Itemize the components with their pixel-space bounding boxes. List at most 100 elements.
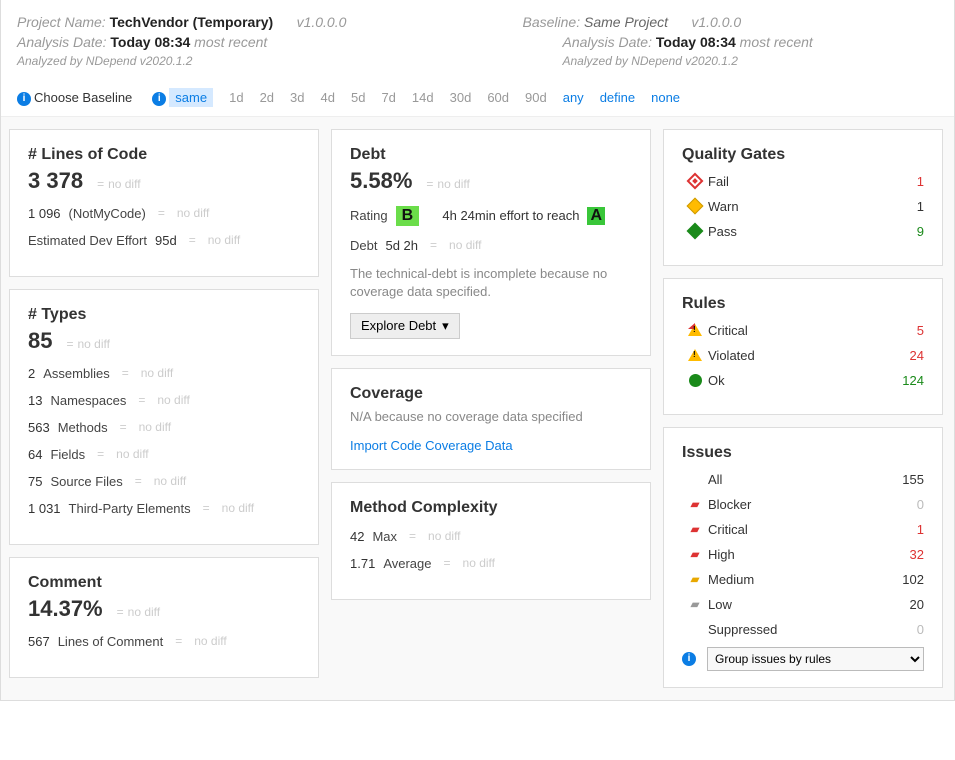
issues-all-row[interactable]: All155	[682, 472, 924, 487]
baseline-opt-30d[interactable]: 30d	[450, 90, 472, 105]
baseline-opt-1d[interactable]: 1d	[229, 90, 243, 105]
loc-total: 3 378	[28, 168, 83, 194]
explore-debt-label: Explore Debt	[361, 318, 436, 333]
types-title: # Types	[28, 306, 300, 324]
issues-all-label: All	[708, 472, 884, 487]
issues-low-count: 20	[884, 597, 924, 612]
analyzed-by: Analyzed by NDepend v2020.1.2	[17, 54, 433, 68]
complexity-title: Method Complexity	[350, 499, 632, 517]
ok-icon	[689, 374, 702, 387]
issues-low-row[interactable]: ▰Low20	[682, 597, 924, 612]
rules-critical-label: Critical	[708, 323, 884, 338]
baseline-opt-5d[interactable]: 5d	[351, 90, 365, 105]
nodiff-text: no diff	[177, 206, 209, 220]
complexity-avg-label: Average	[383, 556, 431, 571]
loc-notmy-val: 1 096	[28, 206, 61, 221]
issues-all-count: 155	[884, 472, 924, 487]
rules-violated-row[interactable]: Violated24	[682, 348, 924, 363]
debt-pct: 5.58%	[350, 168, 412, 194]
baseline-opt-any[interactable]: any	[563, 90, 584, 105]
issues-critical-label: Critical	[708, 522, 884, 537]
issues-high-row[interactable]: ▰High32	[682, 547, 924, 562]
rules-ok-row[interactable]: Ok124	[682, 373, 924, 388]
quality-gates-card: Quality Gates Fail1 Warn1 Pass9	[663, 129, 943, 266]
rules-critical-row[interactable]: Critical5	[682, 323, 924, 338]
types-row-val: 2	[28, 366, 35, 381]
nodiff-text: no diff	[157, 393, 189, 407]
rules-ok-label: Ok	[708, 373, 884, 388]
types-row-label: Methods	[58, 420, 108, 435]
baseline-opt-define[interactable]: define	[600, 90, 635, 105]
types-row-label: Namespaces	[50, 393, 126, 408]
info-icon: i	[152, 92, 166, 106]
equals-icon: =	[117, 605, 124, 619]
issues-blocker-row[interactable]: ▰Blocker0	[682, 497, 924, 512]
equals-icon: =	[430, 238, 437, 252]
baseline-label: Baseline:	[523, 14, 581, 30]
baseline-opt-3d[interactable]: 3d	[290, 90, 304, 105]
issues-blocker-label: Blocker	[708, 497, 884, 512]
baseline-opt-60d[interactable]: 60d	[487, 90, 509, 105]
info-icon: i	[17, 92, 31, 106]
nodiff-text: no diff	[428, 529, 460, 543]
rules-violated-count: 24	[884, 348, 924, 363]
baseline-opt-14d[interactable]: 14d	[412, 90, 434, 105]
rules-card: Rules Critical5 Violated24 Ok124	[663, 278, 943, 415]
issues-title: Issues	[682, 444, 924, 462]
types-row-label: Third-Party Elements	[69, 501, 191, 516]
import-coverage-link[interactable]: Import Code Coverage Data	[350, 438, 632, 453]
warn-icon	[687, 198, 704, 215]
baseline-opt-2d[interactable]: 2d	[260, 90, 274, 105]
equals-icon: =	[66, 337, 73, 351]
project-name: TechVendor (Temporary)	[110, 14, 274, 30]
types-row-val: 75	[28, 474, 42, 489]
equals-icon: =	[409, 529, 416, 543]
rules-violated-label: Violated	[708, 348, 884, 363]
chevron-down-icon: ▾	[442, 318, 449, 334]
baseline-opt-7d[interactable]: 7d	[381, 90, 395, 105]
project-name-label: Project Name:	[17, 14, 106, 30]
qg-pass-label: Pass	[708, 224, 884, 239]
qg-fail-row[interactable]: Fail1	[682, 174, 924, 189]
coverage-card: Coverage N/A because no coverage data sp…	[331, 368, 651, 470]
baseline-opt-90d[interactable]: 90d	[525, 90, 547, 105]
lines-of-code-card: # Lines of Code 3 378=no diff 1 096 (Not…	[9, 129, 319, 277]
baseline-options: isame 1d 2d 3d 4d 5d 7d 14d 30d 60d 90d …	[152, 90, 938, 106]
types-row-val: 1 031	[28, 501, 61, 516]
analysis-date-suffix: most recent	[194, 34, 267, 50]
nodiff-text: no diff	[154, 474, 186, 488]
debt-rating-label: Rating	[350, 208, 388, 223]
baseline-opt-4d[interactable]: 4d	[321, 90, 335, 105]
comment-row-val: 567	[28, 634, 50, 649]
types-row-val: 563	[28, 420, 50, 435]
equals-icon: =	[97, 177, 104, 191]
issues-medium-label: Medium	[708, 572, 884, 587]
loc-nodiff: no diff	[108, 177, 140, 191]
baseline-opt-none[interactable]: none	[651, 90, 680, 105]
issues-card: Issues All155 ▰Blocker0 ▰Critical1 ▰High…	[663, 427, 943, 688]
debt-effort: 4h 24min effort to reach	[442, 208, 579, 223]
info-icon[interactable]: i	[682, 652, 696, 666]
high-icon: ▰	[682, 547, 708, 561]
equals-icon: =	[158, 206, 165, 220]
pass-icon	[687, 223, 704, 240]
issues-suppressed-row[interactable]: Suppressed0	[682, 622, 924, 637]
qg-warn-row[interactable]: Warn1	[682, 199, 924, 214]
issues-medium-row[interactable]: ▰Medium102	[682, 572, 924, 587]
issues-critical-row[interactable]: ▰Critical1	[682, 522, 924, 537]
baseline-date-label: Analysis Date:	[563, 34, 652, 50]
comment-row-label: Lines of Comment	[58, 634, 164, 649]
nodiff-text: no diff	[141, 366, 173, 380]
types-row-val: 13	[28, 393, 42, 408]
group-issues-select[interactable]: Group issues by rules	[707, 647, 924, 671]
nodiff-text: no diff	[128, 605, 160, 619]
baseline-opt-same[interactable]: isame	[152, 90, 213, 106]
qg-fail-count: 1	[884, 174, 924, 189]
choose-baseline-label[interactable]: iChoose Baseline	[17, 90, 132, 106]
equals-icon: =	[175, 634, 182, 648]
qg-pass-row[interactable]: Pass9	[682, 224, 924, 239]
loc-deveffort-val: 95d	[155, 233, 177, 248]
debt-target-badge: A	[587, 207, 605, 225]
explore-debt-button[interactable]: Explore Debt ▾	[350, 313, 460, 339]
comment-title: Comment	[28, 574, 300, 592]
